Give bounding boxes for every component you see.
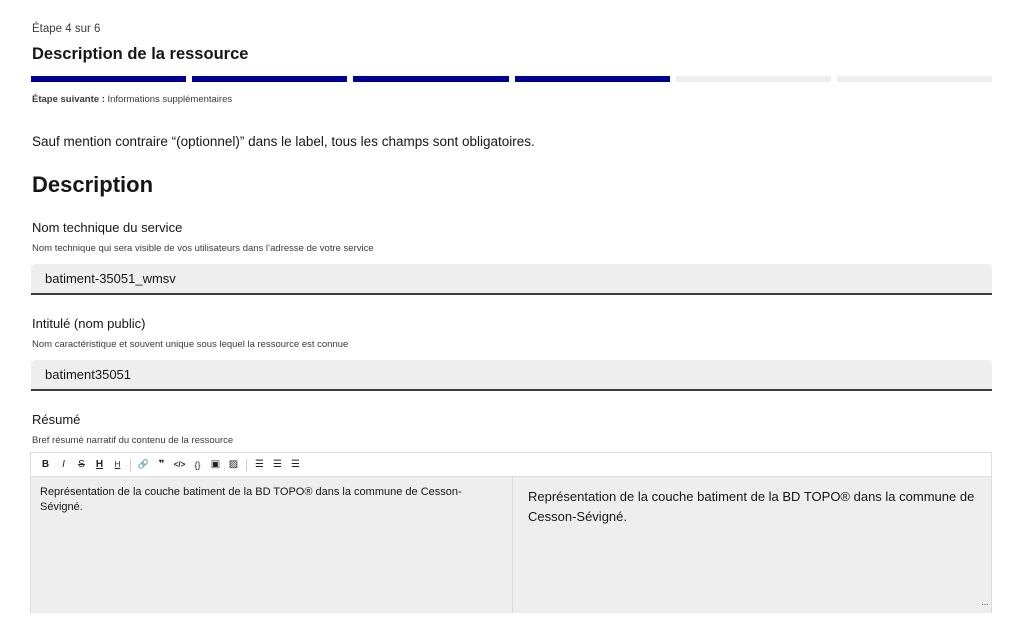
stepper-step-label: Étape 4 sur 6: [32, 23, 101, 35]
next-step-label: Étape suivante :: [32, 94, 105, 105]
heading-small-icon[interactable]: H: [109, 456, 126, 474]
section-title: Description: [32, 172, 154, 197]
summary-preview-text: Représentation de la couche batiment de …: [528, 489, 975, 524]
stepper-bar: [514, 76, 670, 82]
stepper-bar: [836, 76, 993, 82]
link-icon[interactable]: 🔗: [135, 456, 152, 474]
public-title-input[interactable]: [31, 360, 992, 391]
image-icon[interactable]: ▨: [225, 456, 242, 474]
technical-name-input[interactable]: [31, 264, 992, 295]
bullet-list-icon[interactable]: ☰: [251, 456, 268, 474]
quote-icon[interactable]: ❞: [153, 456, 170, 474]
public-title-label: Intitulé (nom public): [32, 316, 146, 331]
stepper-bar: [675, 76, 831, 82]
heading-icon[interactable]: H: [91, 456, 108, 474]
embed-icon[interactable]: ▣: [207, 456, 224, 474]
technical-name-label: Nom technique du service: [32, 220, 183, 235]
public-title-hint: Nom caractéristique et souvent unique so…: [32, 339, 349, 350]
strikethrough-icon[interactable]: S: [73, 456, 90, 474]
toolbar-divider: [246, 458, 247, 471]
editor-panes: Représentation de la couche batiment de …: [31, 477, 991, 613]
bold-icon[interactable]: B: [37, 456, 54, 474]
stepper-bar: [31, 76, 187, 82]
technical-name-hint: Nom technique qui sera visible de vos ut…: [32, 243, 374, 254]
code-block-icon[interactable]: {}: [189, 456, 206, 474]
editor-toolbar: B I S H H 🔗 ❞ </> {} ▣ ▨ ☰ ☰ ☰: [31, 453, 991, 477]
ordered-list-icon[interactable]: ☰: [269, 456, 286, 474]
summary-source-textarea[interactable]: Représentation de la couche batiment de …: [31, 477, 513, 613]
summary-label: Résumé: [32, 412, 81, 427]
mandatory-fields-note: Sauf mention contraire “(optionnel)” dan…: [32, 134, 535, 149]
next-step-value: Informations supplémentaires: [104, 94, 233, 105]
summary-hint: Bref résumé narratif du contenu de la re…: [32, 435, 234, 446]
stepper-title: Description de la ressource: [32, 45, 249, 63]
next-step-details: Étape suivante : Informations supplément…: [32, 94, 232, 105]
summary-preview: Représentation de la couche batiment de …: [513, 477, 991, 613]
checklist-icon[interactable]: ☰: [287, 456, 304, 474]
summary-markdown-editor: B I S H H 🔗 ❞ </> {} ▣ ▨ ☰ ☰ ☰ Représent…: [30, 452, 992, 613]
toolbar-divider: [130, 458, 131, 471]
code-icon[interactable]: </>: [171, 456, 188, 474]
stepper-progress: [31, 76, 993, 82]
italic-icon[interactable]: I: [55, 456, 72, 474]
resize-handle-icon[interactable]: ···: [981, 595, 989, 615]
stepper-bar: [192, 76, 348, 82]
stepper-bar: [353, 76, 509, 82]
